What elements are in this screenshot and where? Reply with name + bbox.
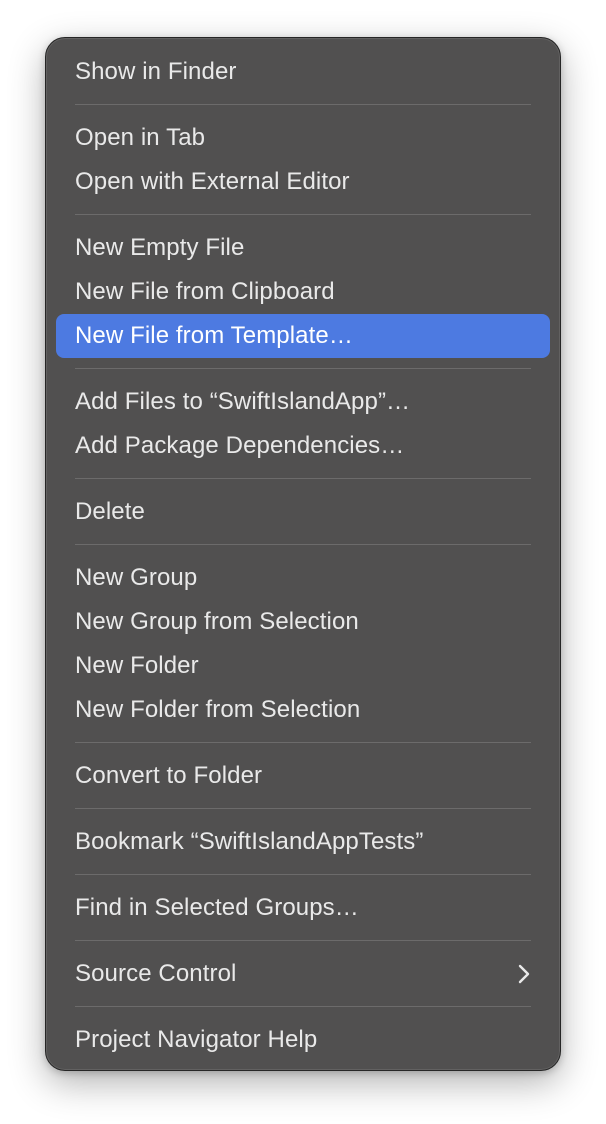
menu-item-label: Project Navigator Help (75, 1026, 318, 1053)
menu-item-find-in-selected-groups[interactable]: Find in Selected Groups… (56, 886, 550, 930)
menu-item-source-control[interactable]: Source Control (56, 952, 550, 996)
menu-item-label: Open in Tab (75, 124, 206, 151)
menu-item-new-file-from-clipboard[interactable]: New File from Clipboard (56, 270, 550, 314)
menu-item-label: New Group from Selection (75, 608, 359, 635)
menu-item-label: Source Control (75, 960, 237, 987)
menu-item-new-folder[interactable]: New Folder (56, 644, 550, 688)
menu-item-delete[interactable]: Delete (56, 490, 550, 534)
menu-item-label: Delete (75, 498, 145, 525)
menu-item-add-package-dependencies[interactable]: Add Package Dependencies… (56, 424, 550, 468)
menu-item-open-with-external-editor[interactable]: Open with External Editor (56, 160, 550, 204)
menu-item-label: Show in Finder (75, 58, 237, 85)
menu-item-add-files[interactable]: Add Files to “SwiftIslandApp”… (56, 380, 550, 424)
menu-item-project-navigator-help[interactable]: Project Navigator Help (56, 1018, 550, 1062)
menu-separator (75, 874, 531, 875)
menu-separator (75, 742, 531, 743)
menu-item-bookmark[interactable]: Bookmark “SwiftIslandAppTests” (56, 820, 550, 864)
menu-item-new-file-from-template[interactable]: New File from Template… (56, 314, 550, 358)
menu-item-show-in-finder[interactable]: Show in Finder (56, 50, 550, 94)
context-menu: Show in Finder Open in Tab Open with Ext… (45, 37, 561, 1071)
menu-separator (75, 1006, 531, 1007)
menu-item-label: New Folder from Selection (75, 696, 361, 723)
menu-item-label: New File from Template… (75, 322, 353, 349)
menu-item-new-folder-from-selection[interactable]: New Folder from Selection (56, 688, 550, 732)
menu-separator (75, 544, 531, 545)
menu-item-new-group-from-selection[interactable]: New Group from Selection (56, 600, 550, 644)
menu-item-label: New File from Clipboard (75, 278, 335, 305)
menu-item-label: Bookmark “SwiftIslandAppTests” (75, 828, 424, 855)
menu-item-label: Open with External Editor (75, 168, 350, 195)
chevron-right-icon (516, 964, 532, 984)
menu-separator (75, 808, 531, 809)
menu-item-label: Add Files to “SwiftIslandApp”… (75, 388, 411, 415)
menu-item-label: Find in Selected Groups… (75, 894, 359, 921)
menu-item-convert-to-folder[interactable]: Convert to Folder (56, 754, 550, 798)
menu-separator (75, 478, 531, 479)
menu-item-label: Convert to Folder (75, 762, 263, 789)
menu-separator (75, 940, 531, 941)
menu-item-label: New Folder (75, 652, 199, 679)
menu-item-new-empty-file[interactable]: New Empty File (56, 226, 550, 270)
menu-item-open-in-tab[interactable]: Open in Tab (56, 116, 550, 160)
menu-separator (75, 214, 531, 215)
menu-item-label: New Empty File (75, 234, 245, 261)
menu-item-label: New Group (75, 564, 198, 591)
menu-item-new-group[interactable]: New Group (56, 556, 550, 600)
menu-item-label: Add Package Dependencies… (75, 432, 405, 459)
menu-separator (75, 368, 531, 369)
menu-separator (75, 104, 531, 105)
